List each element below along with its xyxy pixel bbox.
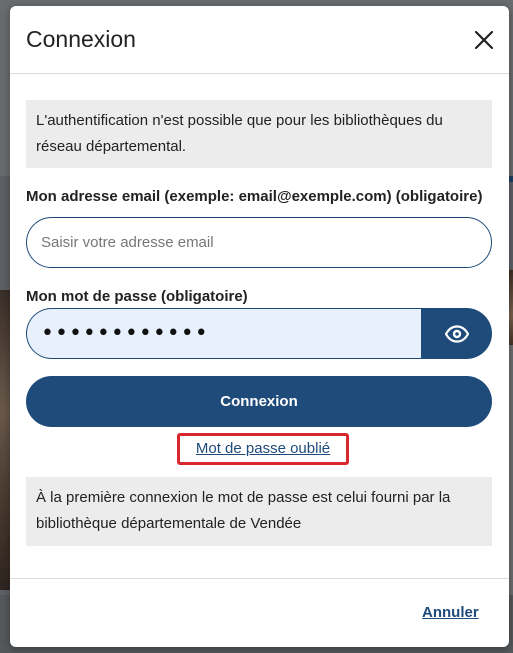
- dialog-header: Connexion: [10, 6, 509, 74]
- info-notice-top: L'authentification n'est possible que po…: [26, 100, 492, 168]
- password-label: Mon mot de passe (obligatoire): [26, 288, 248, 305]
- show-password-button[interactable]: [421, 308, 492, 359]
- login-button[interactable]: Connexion: [26, 376, 492, 427]
- login-dialog: Connexion L'authentification n'est possi…: [10, 6, 509, 647]
- forgot-password-link[interactable]: Mot de passe oublié: [180, 436, 346, 462]
- cancel-link[interactable]: Annuler: [422, 604, 479, 621]
- email-field[interactable]: [26, 217, 492, 268]
- dialog-title: Connexion: [26, 26, 136, 52]
- close-button[interactable]: [469, 25, 499, 55]
- forgot-password-highlight: Mot de passe oublié: [177, 433, 349, 465]
- password-field[interactable]: [26, 308, 421, 359]
- close-icon: [474, 30, 494, 50]
- email-label: Mon adresse email (exemple: email@exempl…: [26, 188, 483, 205]
- dialog-footer: Annuler: [10, 578, 509, 647]
- info-notice-bottom: À la première connexion le mot de passe …: [26, 477, 492, 546]
- background-image-left: [0, 290, 10, 590]
- eye-icon: [444, 324, 469, 343]
- password-field-group: [26, 308, 492, 359]
